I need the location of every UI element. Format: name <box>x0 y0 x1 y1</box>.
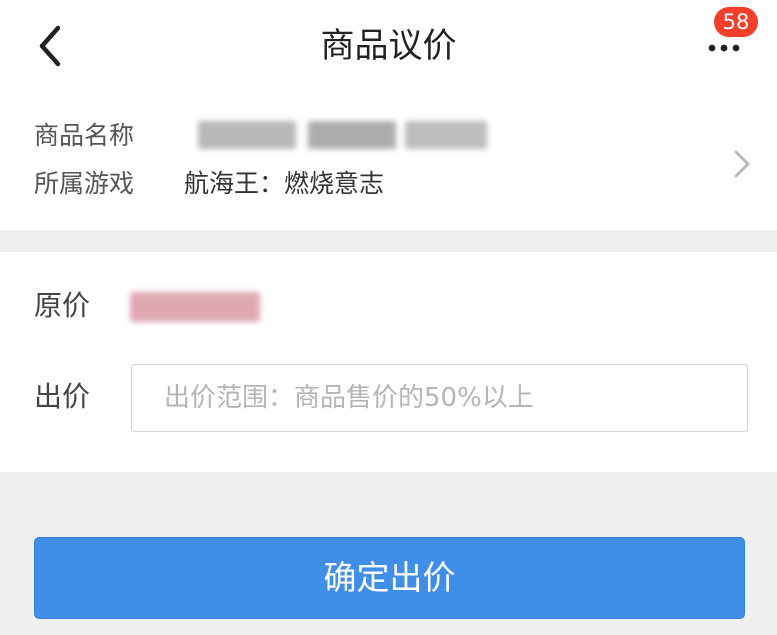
confirm-offer-button[interactable]: 确定出价 <box>34 537 745 619</box>
offer-price-input[interactable] <box>131 364 748 432</box>
game-label: 所属游戏 <box>34 169 135 198</box>
notification-badge: 58 <box>714 7 758 37</box>
nav-header: 商品议价 58 <box>0 0 777 96</box>
product-info-card[interactable]: 商品名称 所属游戏 航海王：燃烧意志 <box>0 96 777 230</box>
product-name-label: 商品名称 <box>34 121 135 150</box>
page-title: 商品议价 <box>320 26 457 66</box>
offer-form: 原价 出价 <box>0 252 777 472</box>
game-value: 航海王：燃烧意志 <box>184 169 385 198</box>
original-price-value-redacted <box>130 292 260 322</box>
original-price-label: 原价 <box>34 289 91 322</box>
offer-label: 出价 <box>34 380 91 413</box>
chevron-right-icon <box>734 150 750 178</box>
